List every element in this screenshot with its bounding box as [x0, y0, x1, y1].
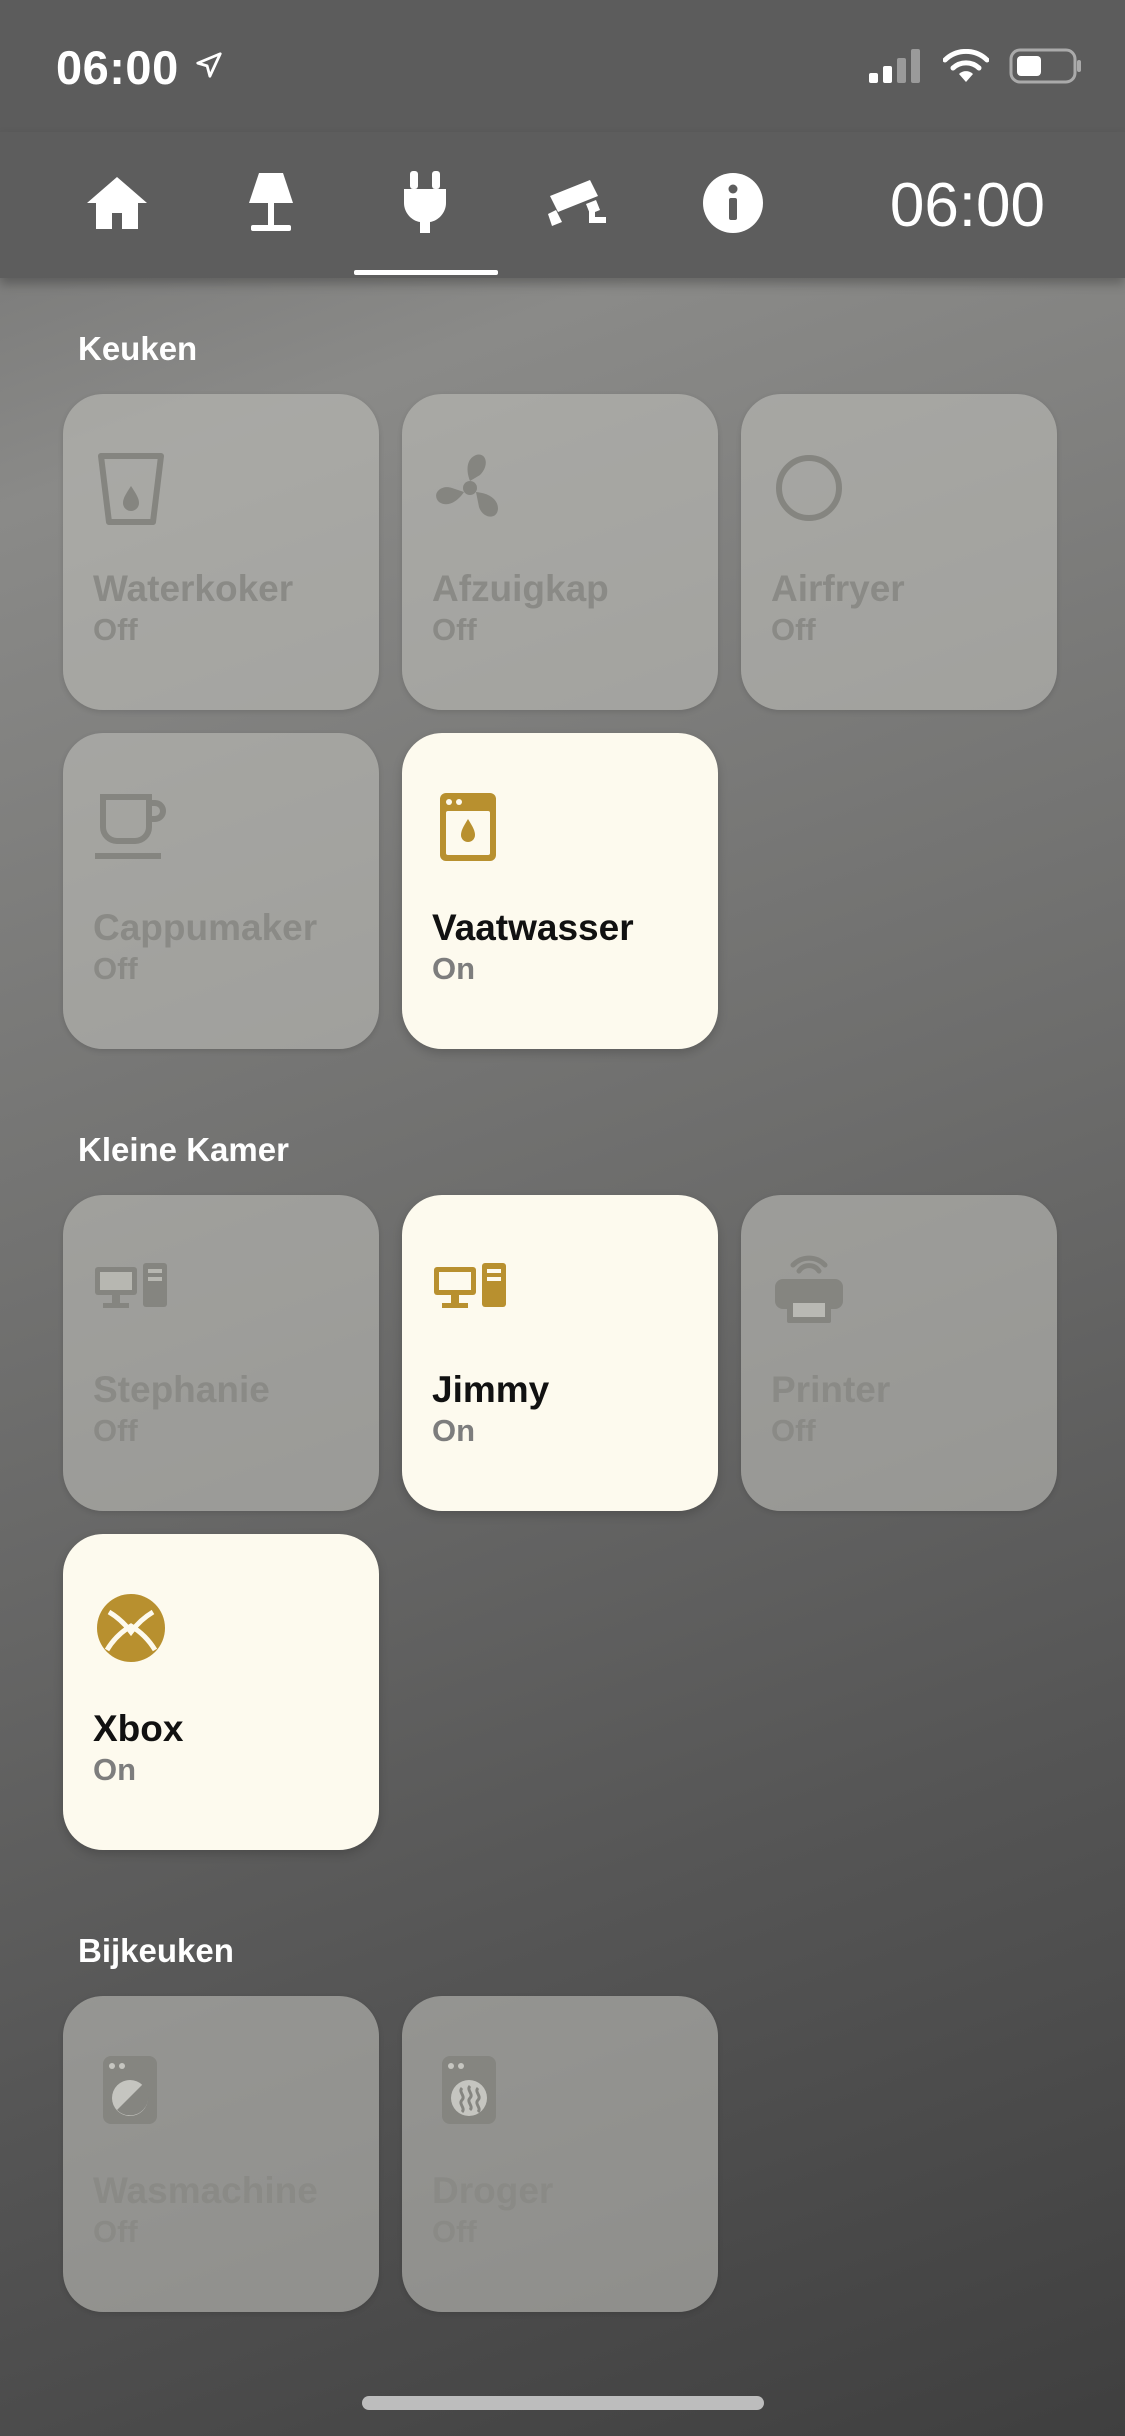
- header-clock: 06:00: [889, 171, 1045, 240]
- device-tile-airfryer[interactable]: Airfryer Off: [741, 394, 1057, 710]
- device-name: Waterkoker: [93, 568, 294, 609]
- section-title-keuken: Keuken: [78, 330, 198, 367]
- status-bar: 06:00: [0, 0, 1125, 132]
- device-tile-cappumaker[interactable]: Cappumaker Off: [63, 733, 379, 1049]
- tab-info[interactable]: [660, 132, 806, 278]
- wifi-icon: [942, 48, 990, 88]
- desktop-icon: [93, 1251, 169, 1327]
- device-tile-stephanie[interactable]: Stephanie Off: [63, 1195, 379, 1511]
- device-tile-afzuigkap[interactable]: Afzuigkap Off: [402, 394, 718, 710]
- location-arrow-icon: [194, 50, 224, 85]
- device-state: Off: [93, 612, 138, 647]
- device-name: Droger: [432, 2170, 554, 2211]
- device-tile-wasmachine[interactable]: Wasmachine Off: [63, 1996, 379, 2312]
- device-name: Xbox: [93, 1708, 184, 1749]
- device-state: Off: [93, 1413, 138, 1448]
- device-tile-waterkoker[interactable]: Waterkoker Off: [63, 394, 379, 710]
- device-state: Off: [432, 612, 477, 647]
- tab-switches[interactable]: [352, 132, 498, 278]
- section-title-kleine-kamer: Kleine Kamer: [78, 1131, 289, 1168]
- device-name: Wasmachine: [93, 2170, 318, 2211]
- device-name: Vaatwasser: [432, 907, 634, 948]
- section-title-bijkeuken: Bijkeuken: [78, 1932, 234, 1969]
- device-name: Cappumaker: [93, 907, 318, 948]
- coffee-icon: [93, 789, 169, 865]
- device-name: Stephanie: [93, 1369, 270, 1410]
- fan-icon: [432, 450, 508, 526]
- device-tile-vaatwasser[interactable]: Vaatwasser On: [402, 733, 718, 1049]
- kettle-icon: [93, 450, 169, 526]
- device-state: Off: [432, 2214, 477, 2249]
- xbox-icon: [93, 1590, 169, 1666]
- tab-cameras[interactable]: [506, 132, 652, 278]
- device-state: Off: [771, 1413, 816, 1448]
- dryer-icon: [432, 2052, 508, 2128]
- tab-home[interactable]: [44, 132, 190, 278]
- device-state: Off: [93, 2214, 138, 2249]
- status-time: 06:00: [56, 41, 179, 94]
- tab-lights[interactable]: [198, 132, 344, 278]
- device-name: Airfryer: [771, 568, 905, 609]
- device-tile-xbox[interactable]: Xbox On: [63, 1534, 379, 1850]
- device-name: Afzuigkap: [432, 568, 609, 609]
- device-name: Jimmy: [432, 1369, 550, 1410]
- active-tab-indicator: [354, 270, 498, 275]
- top-navigation: 06:00: [0, 132, 1125, 278]
- home-icon: [85, 175, 149, 236]
- dishwasher-icon: [432, 789, 508, 865]
- signal-icon: [869, 49, 923, 88]
- home-indicator[interactable]: [362, 2396, 764, 2410]
- lamp-icon: [245, 171, 297, 240]
- device-state: On: [93, 1752, 137, 1787]
- device-tile-printer[interactable]: Printer Off: [741, 1195, 1057, 1511]
- device-state: Off: [771, 612, 816, 647]
- device-state: On: [432, 951, 476, 986]
- device-tile-droger[interactable]: Droger Off: [402, 1996, 718, 2312]
- device-state: On: [432, 1413, 476, 1448]
- circle-icon: [771, 450, 847, 526]
- printer-icon: [771, 1251, 847, 1327]
- battery-icon: [1009, 48, 1083, 89]
- washing-machine-icon: [93, 2052, 169, 2128]
- device-tile-jimmy[interactable]: Jimmy On: [402, 1195, 718, 1511]
- plug-icon: [402, 170, 448, 240]
- info-icon: [702, 172, 764, 239]
- camera-icon: [546, 178, 612, 233]
- desktop-icon: [432, 1251, 508, 1327]
- device-state: Off: [93, 951, 138, 986]
- device-name: Printer: [771, 1369, 891, 1410]
